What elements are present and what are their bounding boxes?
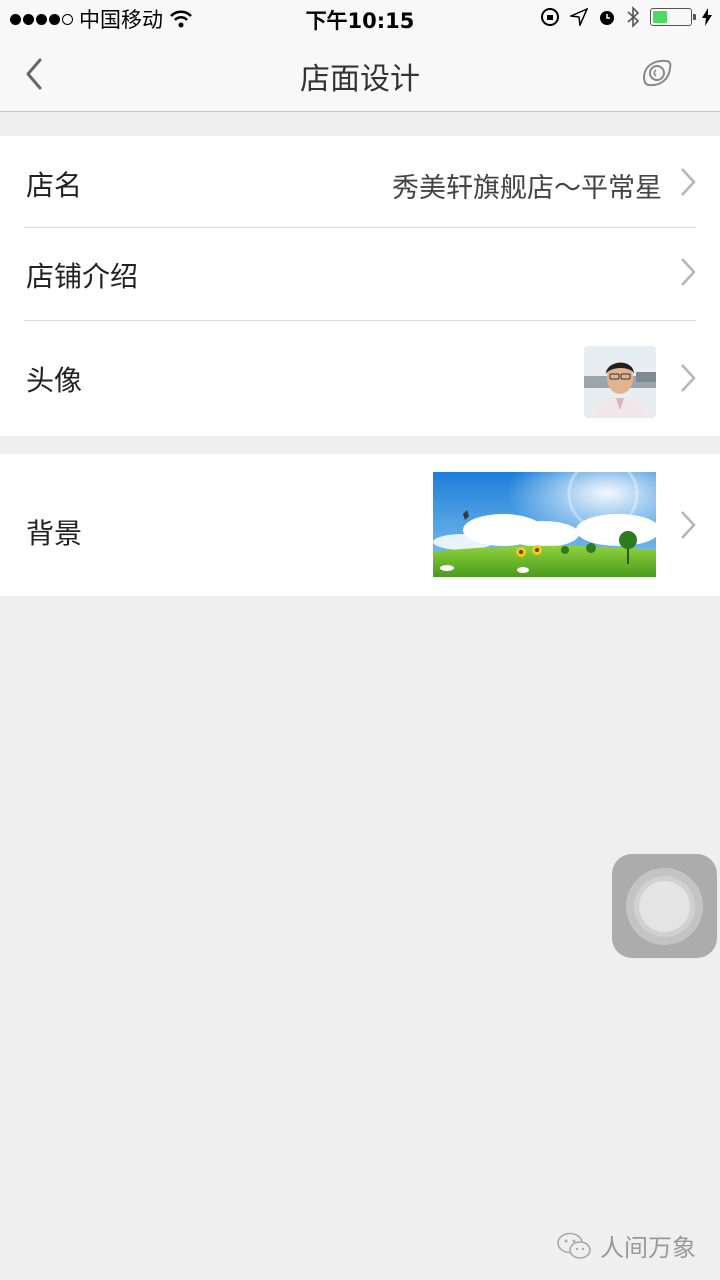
watermark-text: 人间万象 [600, 1234, 696, 1262]
assistive-touch-button[interactable] [612, 854, 717, 958]
status-right [540, 6, 712, 28]
location-icon [570, 8, 588, 26]
page-title: 店面设计 [300, 62, 420, 97]
avatar-label: 头像 [26, 364, 83, 397]
chevron-right-icon [681, 364, 696, 392]
store-name-value: 秀美轩旗舰店～平常星 [392, 173, 662, 204]
store-name-label: 店名 [26, 169, 83, 202]
alarm-icon [600, 11, 614, 25]
bluetooth-icon [627, 6, 640, 28]
store-name-row[interactable]: 店名 秀美轩旗舰店～平常星 [0, 136, 720, 228]
wechat-icon [557, 1232, 591, 1259]
eye-icon [642, 59, 672, 87]
store-intro-row[interactable]: 店铺介绍 [0, 228, 720, 321]
preview-button[interactable] [640, 56, 674, 90]
chevron-right-icon [681, 168, 696, 196]
watermark: 人间万象 [556, 1228, 696, 1263]
rotation-lock-icon [541, 8, 559, 26]
background-row[interactable]: 背景 [0, 454, 720, 596]
navigation-bar: 店面设计 [0, 36, 720, 112]
avatar-thumbnail [584, 346, 656, 418]
store-info-group: 店名 秀美轩旗舰店～平常星 店铺介绍 头像 [0, 136, 720, 436]
background-group: 背景 [0, 454, 720, 596]
battery-icon [650, 8, 696, 26]
background-label: 背景 [26, 517, 83, 550]
status-bar: 中国移动 下午10:15 [0, 0, 720, 36]
chevron-right-icon [681, 511, 696, 539]
store-intro-label: 店铺介绍 [26, 260, 139, 293]
background-thumbnail [433, 472, 656, 577]
assistive-touch-core [639, 881, 690, 932]
chevron-right-icon [681, 258, 696, 286]
avatar-row[interactable]: 头像 [0, 321, 720, 436]
charging-icon [702, 8, 712, 26]
battery-fill [653, 11, 667, 23]
